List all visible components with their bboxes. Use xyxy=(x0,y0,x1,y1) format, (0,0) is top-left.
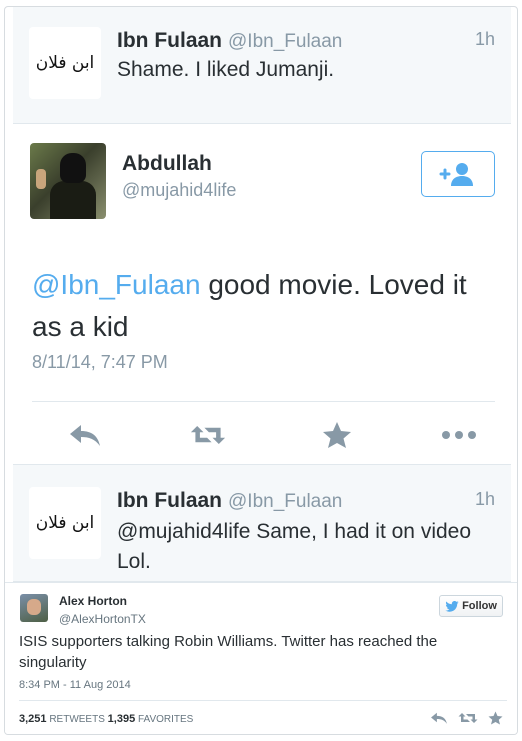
avatar-text: ابن فلان xyxy=(35,53,95,73)
avatar[interactable]: ابن فلان xyxy=(29,487,101,559)
avatar-text: ابن فلان xyxy=(35,513,95,533)
reply-icon xyxy=(431,712,447,724)
tweet-embed-frame: ابن فلان Ibn Fulaan @Ibn_Fulaan 1h Shame.… xyxy=(4,6,518,735)
favorite-icon xyxy=(323,422,351,448)
add-user-icon xyxy=(439,163,473,186)
author-display-name: Ibn Fulaan xyxy=(117,29,222,52)
more-button[interactable] xyxy=(441,420,477,450)
author-display-name: Ibn Fulaan xyxy=(117,489,222,512)
divider xyxy=(19,700,507,701)
tweet-timestamp[interactable]: 8:34 PM - 11 Aug 2014 xyxy=(19,679,131,691)
tweet-stats: 3,251 RETWEETS 1,395 FAVORITES xyxy=(19,713,193,725)
mention-link[interactable]: @Ibn_Fulaan xyxy=(32,269,201,300)
tweet-text: Shame. I liked Jumanji. xyxy=(117,58,335,81)
reply-tweet-top[interactable]: ابن فلان Ibn Fulaan @Ibn_Fulaan 1h Shame.… xyxy=(13,7,511,124)
author-handle[interactable]: @AlexHortonTX xyxy=(59,612,146,626)
favorite-button[interactable] xyxy=(488,711,503,725)
embedded-tweet: Alex Horton @AlexHortonTX Follow ISIS su… xyxy=(5,582,517,734)
follow-label: Follow xyxy=(462,600,497,612)
retweet-button[interactable] xyxy=(458,711,478,725)
tweet-text: ISIS supporters talking Robin Williams. … xyxy=(19,633,438,671)
avatar[interactable] xyxy=(20,594,48,622)
conversation-screenshot: ابن فلان Ibn Fulaan @Ibn_Fulaan 1h Shame.… xyxy=(13,7,511,582)
reply-icon xyxy=(70,425,100,446)
favorite-button[interactable] xyxy=(319,420,355,450)
retweet-count[interactable]: 3,251 xyxy=(19,713,47,725)
follow-button[interactable]: Follow xyxy=(439,595,503,617)
reply-button[interactable] xyxy=(430,711,448,725)
divider xyxy=(32,401,495,402)
more-icon xyxy=(442,431,476,439)
avatar[interactable] xyxy=(30,143,106,219)
author-handle: @Ibn_Fulaan xyxy=(228,491,343,512)
tweet-time[interactable]: 1h xyxy=(475,29,495,50)
reply-button[interactable] xyxy=(67,420,103,450)
favorite-icon xyxy=(488,711,503,725)
retweets-label[interactable]: RETWEETS xyxy=(49,714,105,725)
tweet-text: @mujahid4life Same, I had it on video Lo… xyxy=(117,520,472,573)
main-tweet: Abdullah @mujahid4life @Ibn_Fulaan good … xyxy=(13,124,511,464)
favorites-label[interactable]: FAVORITES xyxy=(138,714,193,725)
twitter-bird-icon xyxy=(445,600,459,612)
author-handle[interactable]: @mujahid4life xyxy=(122,180,236,201)
author-handle: @Ibn_Fulaan xyxy=(228,31,343,52)
retweet-icon xyxy=(458,713,478,723)
author-name[interactable]: Ibn Fulaan @Ibn_Fulaan xyxy=(117,29,342,53)
avatar-head-shape xyxy=(60,153,86,183)
reply-tweet-bottom[interactable]: ابن فلان Ibn Fulaan @Ibn_Fulaan 1h @mujah… xyxy=(13,464,511,582)
author-name[interactable]: Alex Horton xyxy=(59,594,127,608)
favorite-count[interactable]: 1,395 xyxy=(108,713,136,725)
tweet-text: @Ibn_Fulaan good movie. Loved it as a ki… xyxy=(32,264,502,348)
avatar-hand-shape xyxy=(36,169,46,189)
author-name[interactable]: Abdullah xyxy=(122,152,212,176)
tweet-date[interactable]: 8/11/14, 7:47 PM xyxy=(32,352,168,373)
author-name[interactable]: Ibn Fulaan @Ibn_Fulaan xyxy=(117,489,342,513)
avatar-face-shape xyxy=(27,599,41,615)
embed-actions xyxy=(430,711,503,725)
follow-button[interactable] xyxy=(421,151,495,197)
avatar-body-shape xyxy=(50,181,96,219)
tweet-time[interactable]: 1h xyxy=(475,489,495,510)
retweet-icon xyxy=(190,426,226,444)
retweet-button[interactable] xyxy=(190,420,226,450)
avatar[interactable]: ابن فلان xyxy=(29,27,101,99)
